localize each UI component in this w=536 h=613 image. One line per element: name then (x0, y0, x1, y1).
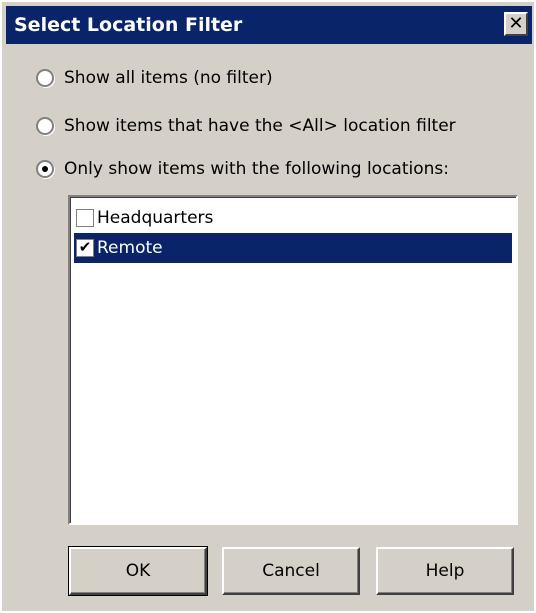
select-location-filter-dialog: Select Location Filter ✕ Show all items … (0, 0, 536, 613)
checkmark-icon: ✔ (78, 238, 92, 256)
location-checkbox[interactable] (76, 209, 94, 227)
locations-listbox[interactable]: Headquarters ✔ Remote (68, 195, 518, 525)
location-item-headquarters[interactable]: Headquarters (74, 203, 512, 233)
ok-button[interactable]: OK (68, 546, 208, 596)
location-item-remote[interactable]: ✔ Remote (74, 233, 512, 263)
radio-show-following-locations[interactable]: Only show items with the following locat… (36, 155, 449, 183)
location-checkbox-checked[interactable]: ✔ (76, 239, 94, 257)
radio-button[interactable] (36, 69, 54, 87)
radio-label: Show items that have the <All> location … (64, 116, 456, 136)
close-button[interactable]: ✕ (504, 12, 528, 36)
title-bar[interactable]: Select Location Filter ✕ (6, 6, 532, 44)
radio-button[interactable] (36, 117, 54, 135)
help-button[interactable]: Help (376, 547, 514, 595)
radio-label: Show all items (no filter) (64, 68, 273, 88)
radio-button-selected[interactable] (36, 160, 54, 178)
radio-show-all-location-filter[interactable]: Show items that have the <All> location … (36, 112, 456, 140)
location-label: Remote (97, 238, 163, 258)
cancel-button[interactable]: Cancel (222, 547, 360, 595)
close-icon: ✕ (508, 13, 524, 34)
radio-show-all[interactable]: Show all items (no filter) (36, 64, 273, 92)
radio-label: Only show items with the following locat… (64, 159, 449, 179)
location-label: Headquarters (97, 208, 214, 228)
dialog-title: Select Location Filter (14, 14, 243, 36)
